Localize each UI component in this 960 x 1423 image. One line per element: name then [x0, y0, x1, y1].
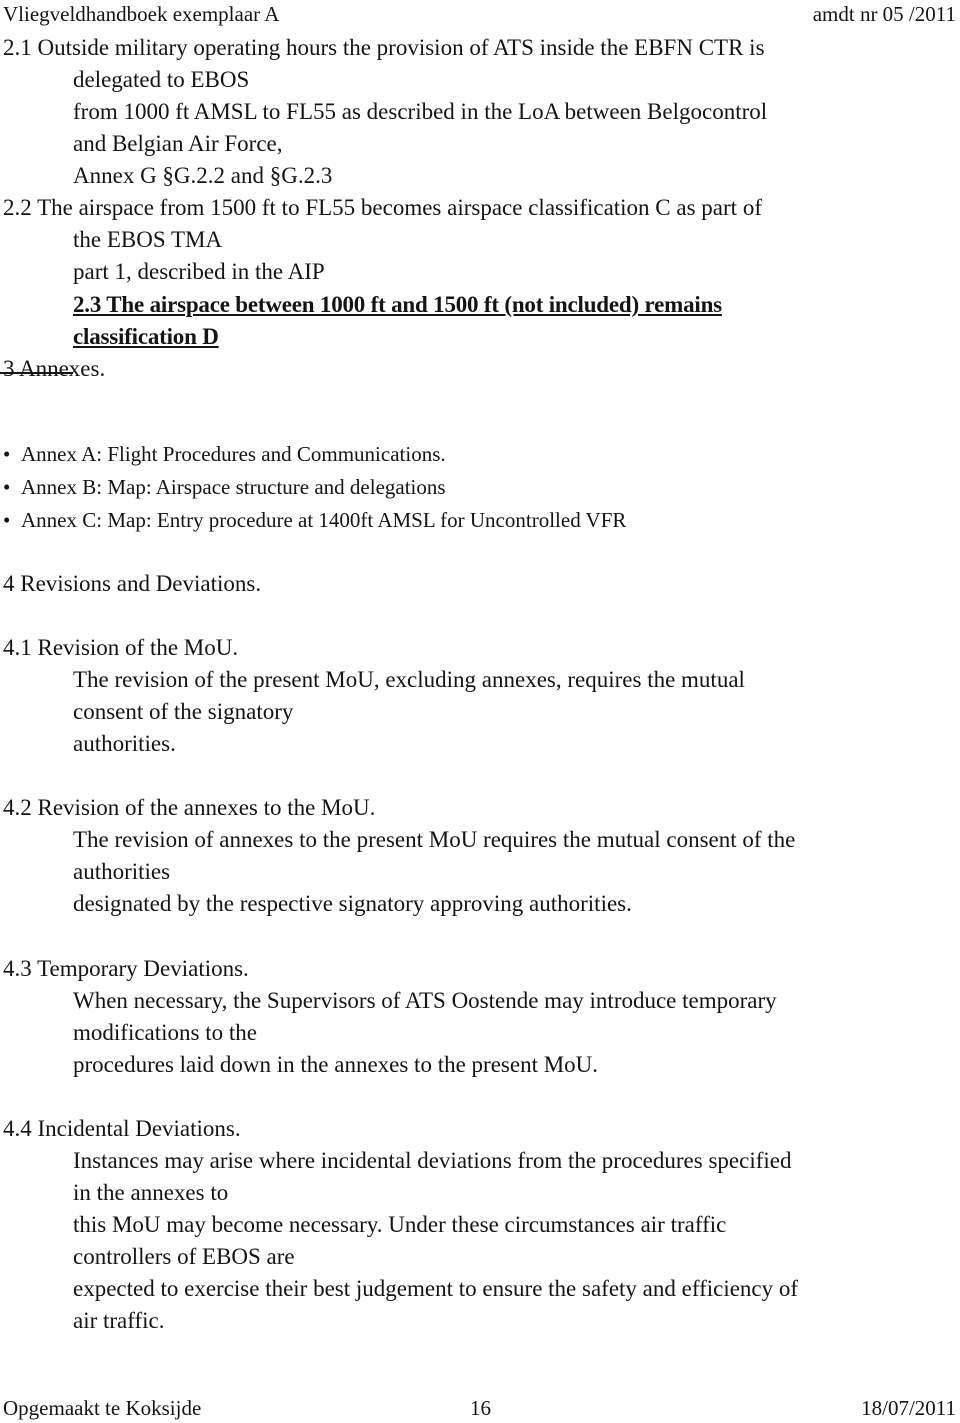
text-line: designated by the respective signatory a… [73, 891, 632, 916]
text-line: Annex G §G.2.2 and §G.2.3 [73, 163, 333, 188]
list-item-text: Annex C: Map: Entry procedure at 1400ft … [21, 508, 627, 532]
list-item: • Annex A: Flight Procedures and Communic… [3, 441, 446, 467]
subsection-title: 4.3 Temporary Deviations. [3, 956, 249, 981]
subsection-title: 4.4 Incidental Deviations. [3, 1116, 241, 1141]
page-number: 16 [470, 1396, 491, 1420]
list-item: • Annex B: Map: Airspace structure and de… [3, 474, 446, 500]
text-line: controllers of EBOS are [73, 1244, 295, 1269]
text-line: authorities [73, 859, 171, 884]
text-line: in the annexes to [73, 1180, 229, 1205]
text-line-bold: classification D [73, 324, 219, 349]
list-item: • Annex C: Map: Entry procedure at 1400ft… [3, 507, 626, 533]
text-line: 2.2 The airspace from 1500 ft to FL55 be… [3, 195, 762, 220]
footer-date: 18/07/2011 [861, 1396, 956, 1420]
text-line: The revision of annexes to the present M… [73, 827, 796, 852]
header-amendment: amdt nr 05 /2011 [812, 2, 956, 26]
text-line: When necessary, the Supervisors of ATS O… [73, 988, 777, 1013]
text-line: expected to exercise their best judgemen… [73, 1276, 799, 1301]
bullet-icon: • [3, 442, 11, 466]
text-line: and Belgian Air Force, [73, 131, 283, 156]
text-line: delegated to EBOS [73, 67, 250, 92]
section-heading: 3 Annexes. [3, 356, 106, 381]
text-line: the EBOS TMA [73, 227, 223, 252]
bullet-icon: • [3, 475, 11, 499]
text-line: this MoU may become necessary. Under the… [73, 1212, 727, 1237]
text-line: air traffic. [73, 1308, 165, 1333]
text-line: 2.1 Outside military operating hours the… [3, 35, 765, 60]
list-item-text: Annex B: Map: Airspace structure and del… [21, 475, 446, 499]
text-line: part 1, described in the AIP [73, 259, 325, 284]
section-heading: 4 Revisions and Deviations. [3, 571, 262, 596]
header-document-title: Vliegveldhandboek exemplaar A [3, 2, 280, 26]
text-line: authorities. [73, 731, 176, 756]
text-line: The revision of the present MoU, excludi… [73, 667, 745, 692]
list-item-text: Annex A: Flight Procedures and Communica… [21, 442, 446, 466]
text-line: from 1000 ft AMSL to FL55 as described i… [73, 99, 768, 124]
text-line: procedures laid down in the annexes to t… [73, 1052, 599, 1077]
footer-location: Opgemaakt te Koksijde [3, 1396, 202, 1420]
text-line: consent of the signatory [73, 699, 294, 724]
text-line: modifications to the [73, 1020, 257, 1045]
text-line: Instances may arise where incidental dev… [73, 1148, 792, 1173]
subsection-title: 4.1 Revision of the MoU. [3, 635, 239, 660]
bullet-icon: • [3, 508, 11, 532]
text-line-bold: 2.3 The airspace between 1000 ft and 150… [73, 292, 722, 317]
subsection-title: 4.2 Revision of the annexes to the MoU. [3, 795, 376, 820]
